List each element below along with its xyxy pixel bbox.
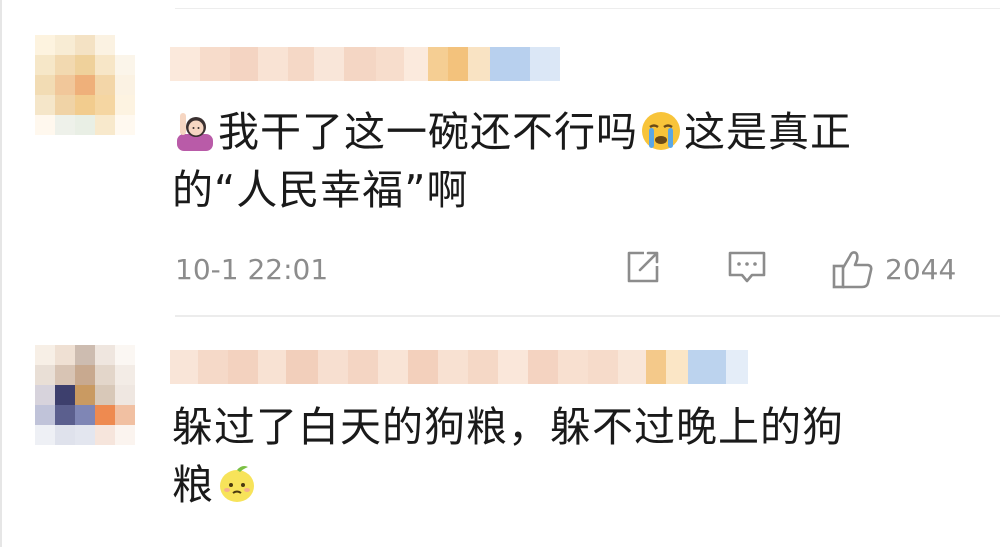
- comment-button[interactable]: [726, 248, 768, 286]
- comment-icon: [728, 251, 766, 283]
- crying-face-icon: [642, 112, 680, 150]
- woman-raising-hand-icon: [177, 113, 213, 151]
- comment-text-line1: 躲过了白天的狗粮，躲不过晚上的狗: [172, 403, 844, 451]
- comment-divider: [175, 315, 1000, 317]
- username-blurred[interactable]: [170, 47, 560, 81]
- timestamp: 10-1 22:01: [175, 253, 329, 286]
- comment-item: 我干了这一碗还不行吗 这是真正的“人民幸福”啊 10-1 22:01 2044: [0, 0, 1000, 316]
- share-icon: [627, 251, 659, 283]
- avatar[interactable]: [35, 345, 135, 445]
- share-button[interactable]: [624, 248, 662, 286]
- comment-text-line1b: 这是真正: [684, 108, 852, 156]
- like-count: 2044: [885, 252, 957, 286]
- username-blurred[interactable]: [170, 350, 748, 384]
- comment-text-line2: 粮: [172, 461, 214, 509]
- comment-text-line2: 的“人民幸福”啊: [172, 166, 469, 214]
- thumbs-up-icon: [832, 251, 873, 289]
- comment-text: 躲过了白天的狗粮，躲不过晚上的狗粮: [172, 398, 992, 514]
- like-button[interactable]: 2044: [831, 248, 956, 290]
- avatar[interactable]: [35, 35, 135, 135]
- lemon-face-icon: [220, 466, 254, 502]
- comment-text-line1: 我干了这一碗还不行吗: [218, 108, 638, 156]
- comment-text: 我干了这一碗还不行吗 这是真正的“人民幸福”啊: [172, 103, 972, 219]
- comment-item: 躲过了白天的狗粮，躲不过晚上的狗粮: [0, 318, 1000, 547]
